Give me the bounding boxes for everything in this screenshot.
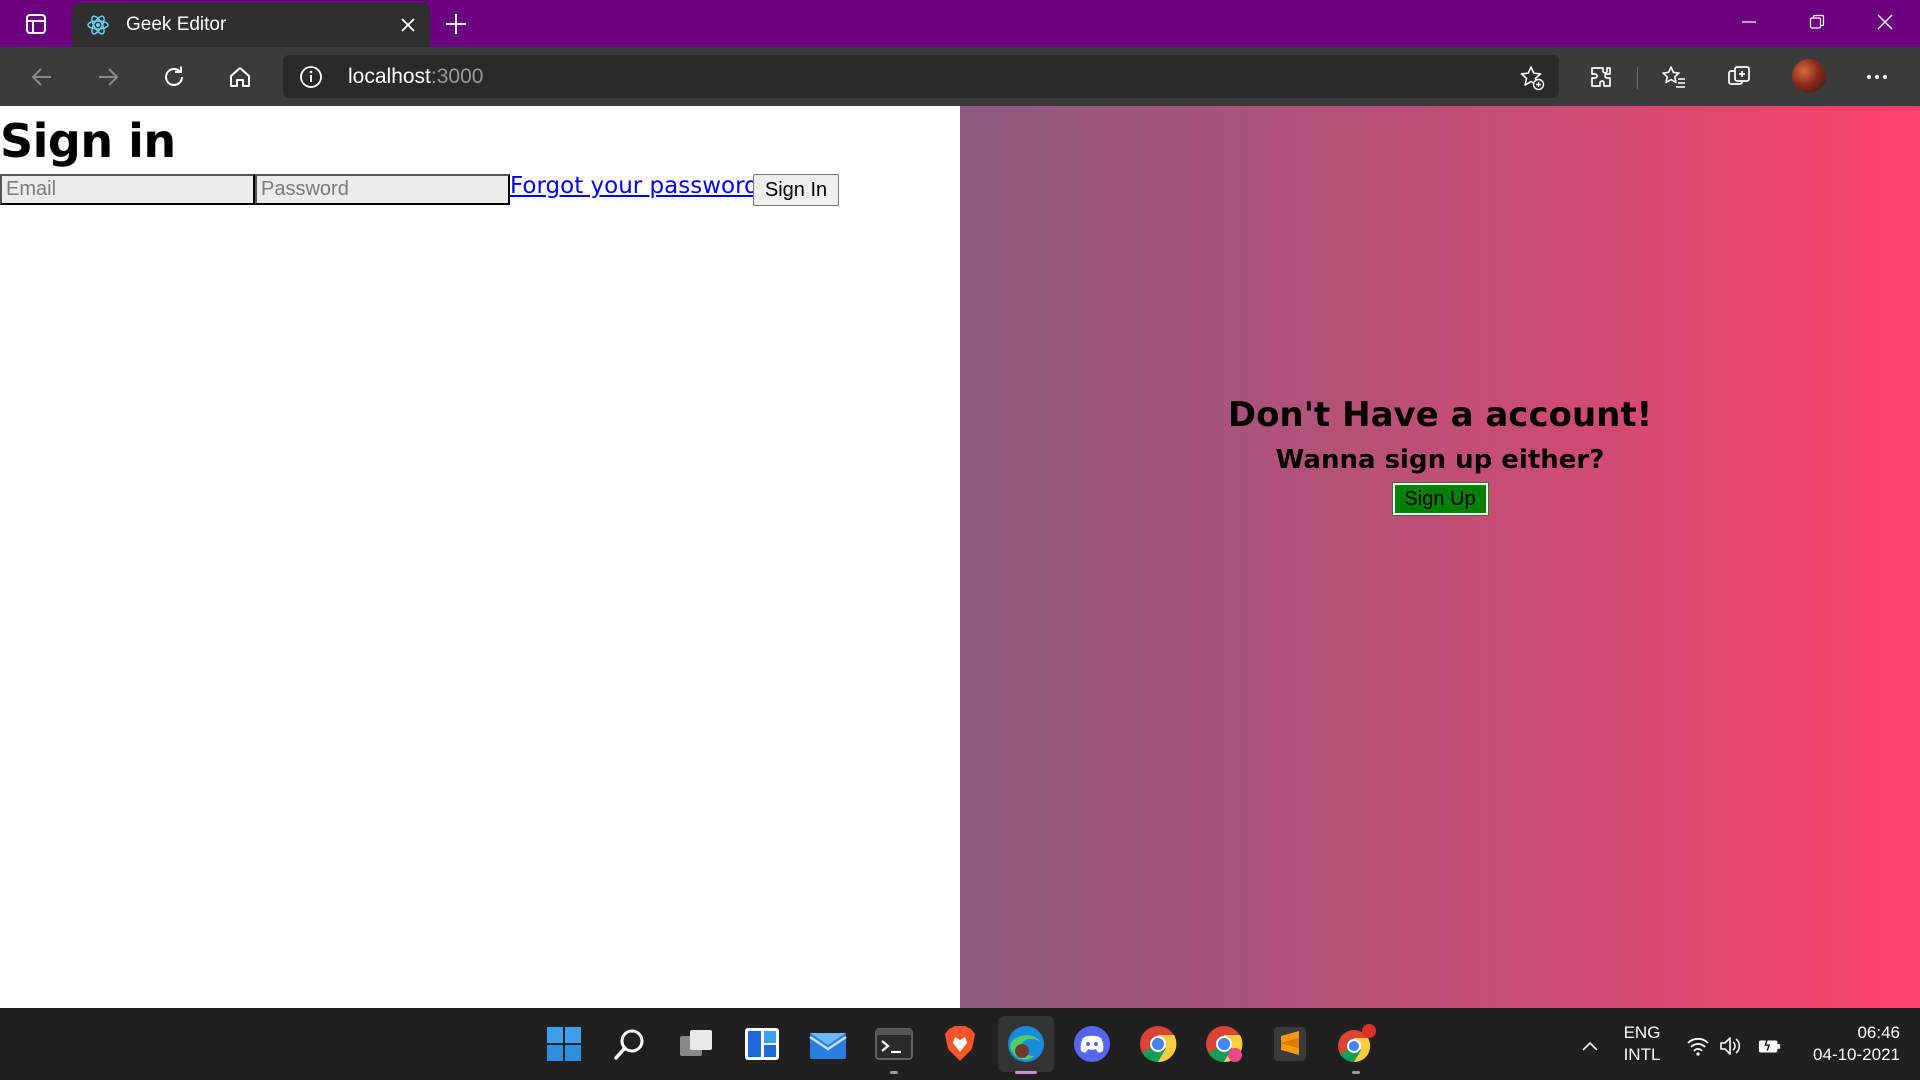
tab-geek-editor[interactable]: Geek Editor: [72, 3, 430, 47]
brave-icon[interactable]: [940, 1024, 980, 1064]
minimize-icon[interactable]: [1716, 0, 1782, 44]
close-window-icon[interactable]: [1852, 0, 1918, 44]
clock[interactable]: 06:46 04-10-2021: [1800, 1022, 1900, 1066]
chevron-up-icon[interactable]: [1578, 1034, 1602, 1058]
close-tab-icon[interactable]: [396, 13, 420, 37]
chrome-app-icon[interactable]: [1336, 1024, 1376, 1064]
profile-avatar[interactable]: [1792, 59, 1826, 93]
sign-up-overlay-panel: [960, 106, 1920, 1008]
address-bar[interactable]: localhost:3000: [283, 55, 1559, 98]
info-icon[interactable]: [299, 65, 323, 89]
overlay-title: Don't Have a account!: [1227, 395, 1653, 435]
language-code: ENG: [1623, 1023, 1661, 1042]
email-input[interactable]: [0, 174, 255, 205]
sign-up-prompt: Don't Have a account! Wanna sign up eith…: [960, 395, 1920, 516]
favorites-icon[interactable]: [1656, 59, 1692, 95]
terminal-running-indicator: [890, 1071, 898, 1074]
sign-up-button[interactable]: Sign Up: [1391, 482, 1489, 516]
mail-icon[interactable]: [808, 1024, 848, 1064]
edge-icon[interactable]: [998, 1016, 1054, 1072]
address-port: :3000: [430, 65, 484, 88]
clock-time: 06:46: [1857, 1023, 1900, 1042]
keyboard-layout: INTL: [1623, 1045, 1661, 1064]
discord-icon[interactable]: [1072, 1024, 1112, 1064]
tab-title: Geek Editor: [126, 14, 227, 35]
sign-in-button[interactable]: Sign In: [753, 174, 839, 206]
new-tab-icon[interactable]: [440, 8, 472, 40]
chrome-icon[interactable]: [1138, 1024, 1178, 1064]
more-icon[interactable]: [1859, 59, 1895, 95]
browser-titlebar: Geek Editor: [0, 0, 1920, 47]
forgot-password-link[interactable]: Forgot your password?: [510, 173, 771, 199]
address-url[interactable]: localhost:3000: [348, 65, 483, 89]
language-indicator[interactable]: ENG INTL: [1616, 1022, 1668, 1066]
search-icon[interactable]: [610, 1024, 650, 1064]
add-favorite-icon[interactable]: [1519, 65, 1545, 91]
chrome-app-running-indicator: [1352, 1071, 1360, 1074]
windows-taskbar: ENG INTL 06:46 04-10-2021: [0, 1008, 1920, 1080]
browser-toolbar: localhost:3000: [0, 47, 1920, 106]
terminal-icon[interactable]: [874, 1024, 914, 1064]
refresh-icon[interactable]: [154, 57, 194, 97]
extensions-icon[interactable]: [1583, 59, 1619, 95]
chrome-profile-icon[interactable]: [1204, 1024, 1244, 1064]
collections-icon[interactable]: [1721, 59, 1757, 95]
back-icon[interactable]: [22, 57, 62, 97]
overlay-subtitle: Wanna sign up either?: [1275, 445, 1605, 475]
start-icon[interactable]: [544, 1024, 584, 1064]
edge-running-indicator: [1015, 1071, 1037, 1074]
sign-in-panel: Sign in Forgot your password? Sign In: [0, 106, 960, 1008]
task-view-icon[interactable]: [676, 1024, 716, 1064]
restore-icon[interactable]: [1784, 0, 1850, 44]
battery-icon[interactable]: [1758, 1034, 1782, 1058]
sign-in-heading: Sign in: [0, 114, 176, 168]
react-icon: [86, 13, 110, 37]
web-page: Sign in Forgot your password? Sign In: [0, 106, 1920, 1008]
forward-icon[interactable]: [88, 57, 128, 97]
password-input[interactable]: [255, 174, 510, 205]
sublime-text-icon[interactable]: [1270, 1024, 1310, 1064]
home-icon[interactable]: [220, 57, 260, 97]
toolbar-separator: [1637, 67, 1638, 89]
clock-date: 04-10-2021: [1813, 1045, 1900, 1064]
address-host: localhost: [348, 65, 431, 88]
tab-actions-icon[interactable]: [14, 8, 58, 40]
wifi-icon[interactable]: [1686, 1034, 1710, 1058]
widgets-icon[interactable]: [742, 1024, 782, 1064]
volume-icon[interactable]: [1718, 1034, 1742, 1058]
